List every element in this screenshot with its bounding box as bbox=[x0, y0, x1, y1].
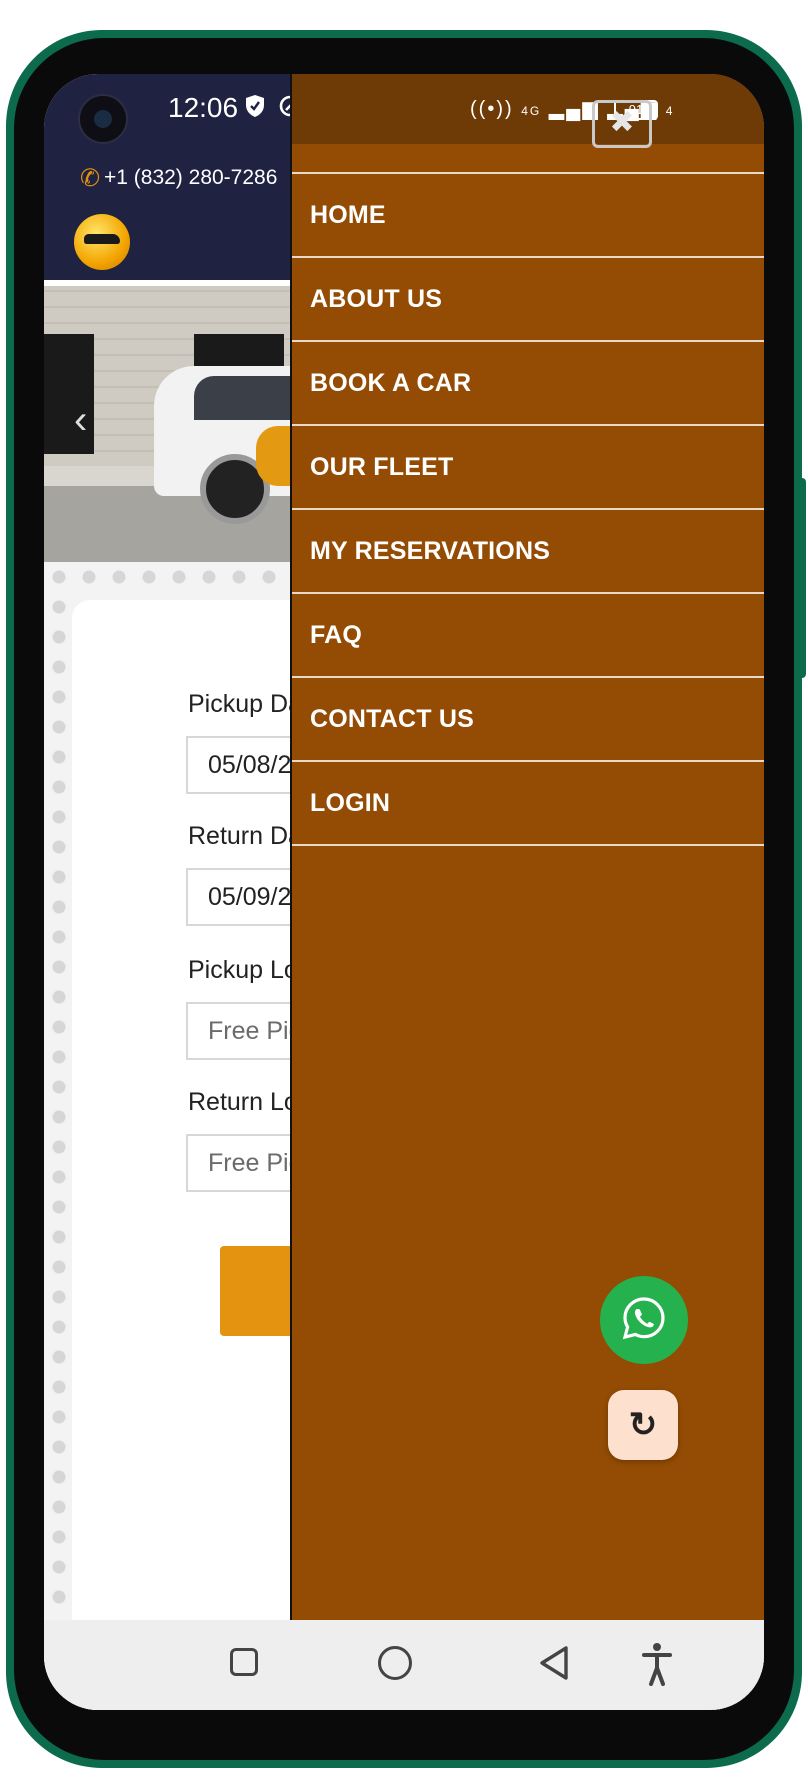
front-camera bbox=[78, 94, 128, 144]
menu-item-label: BOOK A CAR bbox=[310, 368, 472, 397]
menu-item-label: CONTACT US bbox=[310, 704, 475, 733]
chevron-left-icon[interactable]: ‹ bbox=[74, 398, 87, 443]
navigation-drawer: ((•)) 4G ▂▄▆ ▂▄▆ 4 91 ✖ HOME ABOUT US BO… bbox=[290, 74, 764, 1710]
menu-item-my-reservations[interactable]: MY RESERVATIONS bbox=[292, 510, 764, 594]
phone-screen: 12:06 ✆ +1 (832) 280-7286 ✉ ‹ Pickup Dat… bbox=[44, 74, 764, 1710]
recents-icon[interactable] bbox=[230, 1648, 258, 1676]
menu-item-about-us[interactable]: ABOUT US bbox=[292, 258, 764, 342]
menu-item-label: HOME bbox=[310, 200, 386, 229]
whatsapp-icon bbox=[622, 1297, 665, 1340]
close-icon[interactable]: ✖ bbox=[592, 100, 652, 148]
speed-value: 4 bbox=[665, 104, 675, 118]
menu-item-book-a-car[interactable]: BOOK A CAR bbox=[292, 342, 764, 426]
drawer-status-area: ((•)) 4G ▂▄▆ ▂▄▆ 4 91 ✖ bbox=[292, 74, 764, 148]
whatsapp-button[interactable] bbox=[600, 1276, 688, 1364]
phone-side-button bbox=[798, 478, 806, 678]
menu-item-label: FAQ bbox=[310, 620, 362, 649]
network-type: 4G bbox=[521, 104, 542, 118]
phone-icon: ✆ bbox=[80, 165, 101, 192]
menu-item-label: LOGIN bbox=[310, 788, 391, 817]
status-time: 12:06 bbox=[168, 92, 239, 123]
menu-item-login[interactable]: LOGIN bbox=[292, 762, 764, 846]
menu-item-label: OUR FLEET bbox=[310, 452, 454, 481]
drawer-menu: HOME ABOUT US BOOK A CAR OUR FLEET MY RE… bbox=[292, 174, 764, 846]
shield-icon bbox=[244, 94, 266, 125]
menu-item-contact-us[interactable]: CONTACT US bbox=[292, 678, 764, 762]
menu-item-label: ABOUT US bbox=[310, 284, 443, 313]
logo-car-icon bbox=[84, 234, 120, 244]
menu-item-faq[interactable]: FAQ bbox=[292, 594, 764, 678]
contact-phone[interactable]: +1 (832) 280-7286 bbox=[104, 166, 277, 190]
hotspot-icon: ((•)) bbox=[470, 98, 514, 120]
menu-item-home[interactable]: HOME bbox=[292, 174, 764, 258]
site-logo[interactable] bbox=[74, 214, 130, 270]
menu-item-label: MY RESERVATIONS bbox=[310, 536, 551, 565]
system-nav-bar bbox=[44, 1620, 764, 1710]
refresh-button[interactable]: ↻ bbox=[608, 1390, 678, 1460]
back-icon[interactable] bbox=[536, 1644, 572, 1682]
accessibility-icon[interactable] bbox=[642, 1642, 672, 1686]
home-icon[interactable] bbox=[378, 1646, 412, 1680]
menu-item-our-fleet[interactable]: OUR FLEET bbox=[292, 426, 764, 510]
